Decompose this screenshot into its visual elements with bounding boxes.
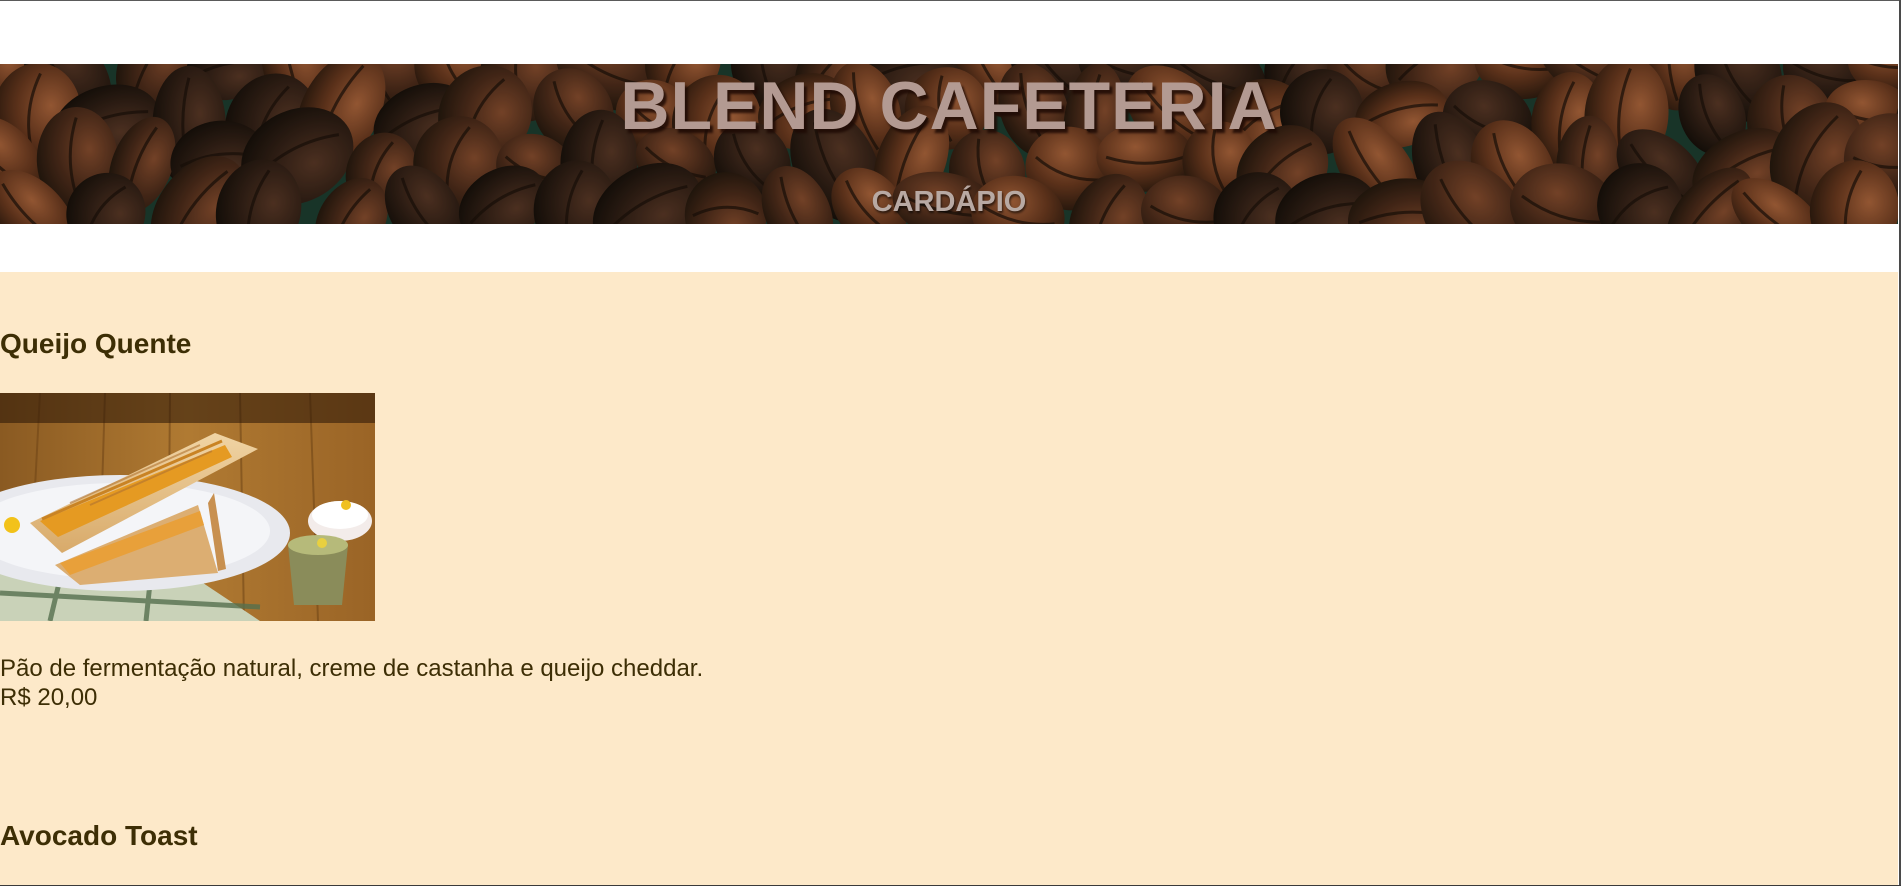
menu-item-price: R$ 20,00	[0, 684, 98, 711]
header-banner: BLEND CAFETERIA CARDÁPIO	[0, 64, 1898, 224]
page-subtitle: CARDÁPIO	[871, 186, 1027, 218]
menu-section: Queijo Quente Pão de fermentação natural…	[0, 272, 1898, 886]
top-rule	[0, 0, 1901, 1]
page-title: BLEND CAFETERIA	[620, 68, 1278, 144]
queijo-quente-photo	[0, 393, 375, 621]
menu-item-name: Avocado Toast	[0, 820, 198, 851]
menu-item-name: Queijo Quente	[0, 328, 192, 359]
menu-item-description: Pão de fermentação natural, creme de cas…	[0, 655, 704, 682]
